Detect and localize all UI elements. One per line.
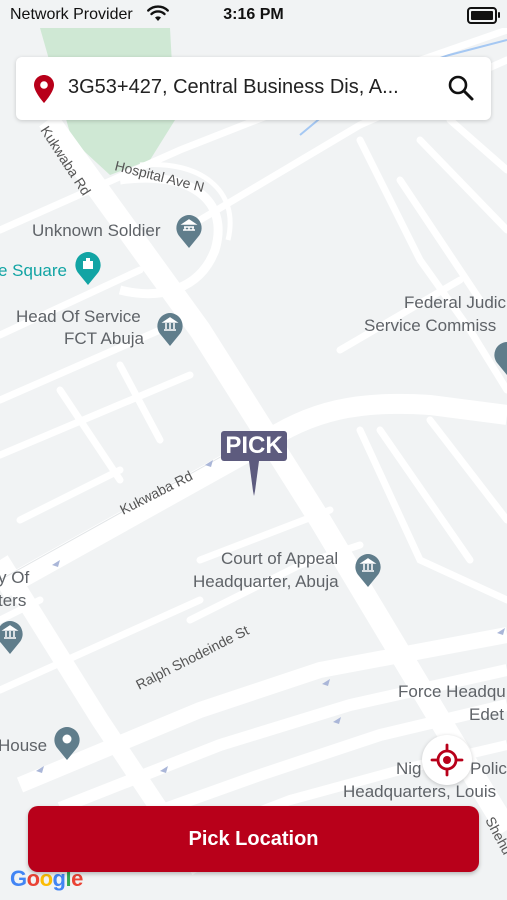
poi-y-of: y Of [0,568,29,587]
poi-nig-police-2: Polic [470,759,507,778]
marker-pointer-icon [249,461,259,496]
crosshair-icon [430,743,464,777]
address-text[interactable]: 3G53+427, Central Business Dis, A... [68,76,438,99]
poi-force-hq-1: Force Headqu [398,682,506,701]
poi-head-of-service-2: FCT Abuja [64,329,145,348]
pick-location-button[interactable]: Pick Location [28,806,479,872]
poi-unknown-soldier: Unknown Soldier [32,221,161,240]
clock: 3:16 PM [223,6,284,23]
poi-force-hq-2: Edet [469,705,504,724]
poi-federal-judic-2: Service Commiss [364,316,496,335]
pick-marker[interactable]: PICK [219,429,289,499]
poi-nig-police-1: Nig [396,759,422,778]
battery-icon [467,7,500,24]
poi-court-of-appeal-1: Court of Appeal [221,549,338,568]
search-icon[interactable] [447,74,475,102]
search-bar[interactable]: 3G53+427, Central Business Dis, A... [16,57,491,120]
poi-federal-judic-1: Federal Judic [404,293,507,312]
poi-head-of-service-1: Head Of Service [16,307,141,326]
my-location-button[interactable] [422,735,472,785]
location-pin-icon [34,75,54,103]
poi-house: House [0,736,47,755]
status-bar: Network Provider 3:16 PM [0,0,507,30]
poi-court-of-appeal-2: Headquarter, Abuja [193,572,339,591]
poi-nig-police-3: Headquarters, Louis [343,782,496,801]
poi-square: e Square [0,261,67,280]
poi-ters: ters [0,591,26,610]
